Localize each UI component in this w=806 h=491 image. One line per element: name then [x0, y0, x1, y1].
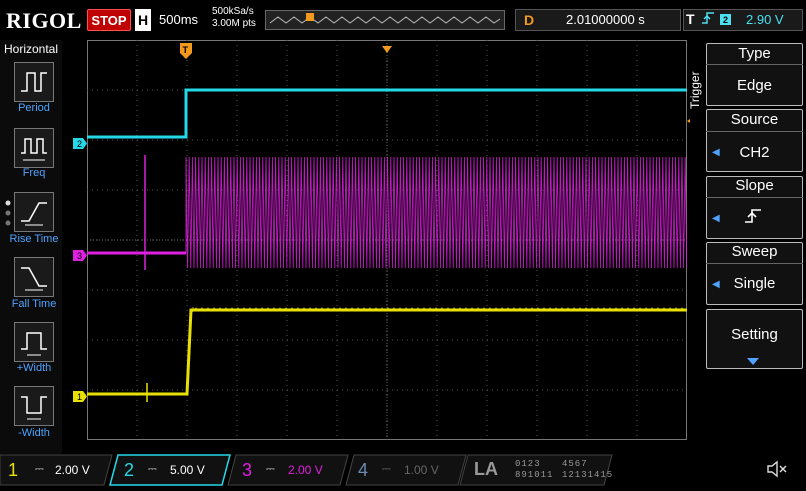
- trigger-source-header: Source: [730, 111, 779, 128]
- waveform-grid: [87, 40, 688, 440]
- ch2-label[interactable]: 2: [124, 460, 134, 481]
- channel-tabs-bg: [0, 454, 613, 486]
- measure-freq-label: Freq: [22, 167, 46, 179]
- trigger-sweep-header: Sweep: [731, 243, 778, 260]
- la-group-0-3: 0123: [515, 459, 541, 469]
- la-group-4-7: 4567: [562, 459, 588, 469]
- rising-edge-icon: [701, 10, 715, 29]
- measure-rise-time-button[interactable]: [14, 192, 54, 232]
- measure-freq-button[interactable]: [14, 128, 54, 168]
- measure-positive-width-button[interactable]: [14, 322, 54, 362]
- delay-label: D: [524, 12, 535, 28]
- trigger-level: 2.90 V: [746, 12, 784, 27]
- timebase-value[interactable]: 500ms: [159, 12, 198, 27]
- divider: [706, 197, 803, 198]
- ch3-label[interactable]: 3: [242, 460, 252, 481]
- dc-coupling-icon: ⎓: [382, 463, 391, 475]
- dc-coupling-icon: ⎓: [35, 463, 44, 475]
- sample-rate: 500kSa/s: [212, 6, 254, 17]
- trigger-type-value: Edge: [736, 77, 773, 94]
- trigger-setting-label: Setting: [731, 326, 778, 343]
- ch3-scale: 2.00 V: [288, 463, 323, 477]
- memory-depth: 3.00M pts: [212, 18, 256, 29]
- ch1-label[interactable]: 1: [8, 460, 18, 481]
- chevron-down-icon: [747, 352, 759, 370]
- ch4-scale: 1.00 V: [404, 463, 439, 477]
- positive-width-icon: [21, 332, 47, 356]
- brand-logo: RIGOL: [6, 8, 82, 33]
- sound-muted-icon[interactable]: [766, 460, 788, 483]
- trigger-label: T: [686, 11, 695, 27]
- trigger-menu-title: Trigger: [688, 71, 702, 109]
- dc-coupling-icon: ⎓: [148, 463, 157, 475]
- measure-negative-width-button[interactable]: [14, 386, 54, 426]
- ch2-scale: 5.00 V: [170, 463, 205, 477]
- trigger-type-header: Type: [738, 45, 771, 62]
- ch3-waveform: [87, 156, 688, 269]
- measure-menu-title: Horizontal: [4, 42, 59, 56]
- divider: [706, 131, 803, 132]
- la-group-8-11: 891011: [515, 470, 554, 480]
- ch3-position-marker[interactable]: 3: [73, 248, 87, 266]
- ch4-label[interactable]: 4: [358, 460, 368, 481]
- svg-text:3: 3: [77, 251, 82, 261]
- measure-fall-time-button[interactable]: [14, 257, 54, 297]
- divider: [706, 263, 803, 264]
- chevron-left-icon: ◀: [712, 213, 720, 224]
- negative-width-icon: [21, 396, 47, 420]
- trigger-slope-header: Slope: [735, 177, 774, 194]
- logic-analyzer-label[interactable]: LA: [474, 459, 498, 480]
- memory-trigger-marker: [306, 13, 314, 21]
- la-group-12-15: 12131415: [562, 470, 614, 480]
- ch1-position-marker[interactable]: 1: [73, 389, 87, 407]
- trigger-source-value: CH2: [739, 144, 770, 161]
- svg-text:T: T: [183, 45, 189, 55]
- ch1-scale: 2.00 V: [55, 463, 90, 477]
- frequency-icon: [21, 138, 47, 161]
- period-icon: [21, 72, 47, 92]
- measure-positive-width-label: +Width: [16, 362, 52, 374]
- rising-edge-icon: [743, 207, 763, 230]
- trigger-position-marker[interactable]: T: [180, 43, 192, 64]
- rise-time-icon: [21, 202, 47, 226]
- ch2-position-marker[interactable]: 2: [73, 136, 87, 154]
- page-indicator: [5, 200, 13, 235]
- fall-time-icon: [21, 267, 47, 291]
- measure-period-button[interactable]: [14, 62, 54, 102]
- divider: [706, 64, 803, 65]
- svg-text:2: 2: [77, 139, 82, 149]
- measure-fall-time-label: Fall Time: [11, 298, 57, 310]
- center-time-marker: [382, 40, 392, 58]
- timebase-label: H: [135, 9, 151, 31]
- trigger-sweep-value: Single: [733, 275, 776, 292]
- memory-waveform-preview: [269, 13, 501, 24]
- measure-rise-time-label: Rise Time: [9, 233, 59, 245]
- trigger-source-badge: 2: [720, 14, 731, 25]
- delay-value: 2.01000000 s: [566, 12, 645, 27]
- memory-overview-strip: [265, 10, 505, 30]
- measure-period-label: Period: [18, 102, 50, 114]
- channel-status-bar: [0, 454, 806, 486]
- run-stop-status[interactable]: STOP: [87, 9, 131, 31]
- svg-text:1: 1: [77, 392, 82, 402]
- measure-negative-width-label: -Width: [18, 427, 50, 439]
- waveform-display[interactable]: [87, 40, 688, 440]
- dc-coupling-icon: ⎓: [266, 463, 275, 475]
